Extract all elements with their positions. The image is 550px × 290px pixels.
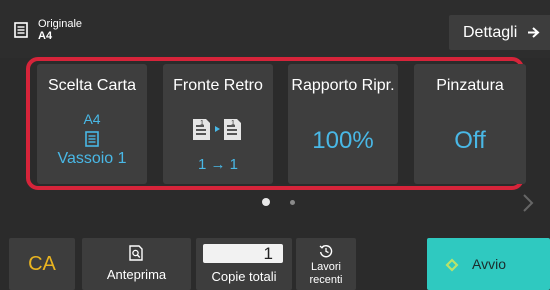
details-button[interactable]: Dettagli bbox=[449, 15, 550, 50]
copies-button[interactable]: 1 Copie totali bbox=[196, 238, 292, 290]
preview-label: Anteprima bbox=[106, 267, 167, 282]
svg-text:1: 1 bbox=[200, 120, 204, 127]
page-dot-active[interactable] bbox=[262, 198, 270, 206]
history-icon bbox=[319, 245, 333, 258]
recent-jobs-button[interactable]: Lavori recenti bbox=[296, 238, 356, 290]
svg-text:1: 1 bbox=[231, 120, 235, 127]
document-icon bbox=[14, 22, 28, 38]
tile-paper-select[interactable]: Scelta Carta A4 Vassoio 1 bbox=[37, 64, 147, 184]
staple-value: Off bbox=[454, 127, 486, 154]
details-label: Dettagli bbox=[463, 23, 518, 41]
ca-label: CA bbox=[28, 252, 56, 275]
start-diamond-icon bbox=[445, 258, 459, 272]
tile-zoom-ratio[interactable]: Rapporto Ripr. 100% bbox=[288, 64, 398, 184]
original-size: A4 bbox=[38, 30, 53, 42]
paper-size-value: A4 bbox=[83, 111, 101, 127]
tile-duplex[interactable]: Fronte Retro 1 1 1 → 1 bbox=[163, 64, 273, 184]
paper-tray-icon bbox=[85, 131, 99, 147]
recent-jobs-label: Lavori recenti bbox=[309, 261, 343, 286]
duplex-1-to-1-icon: 1 1 bbox=[193, 119, 241, 140]
preview-icon bbox=[129, 245, 143, 261]
duplex-value: 1 → 1 bbox=[197, 156, 239, 173]
arrow-right-icon bbox=[528, 27, 540, 38]
copies-label: Copie totali bbox=[211, 269, 277, 284]
page-dot[interactable] bbox=[290, 200, 295, 205]
start-label: Avvio bbox=[472, 256, 506, 272]
chevron-right-icon[interactable] bbox=[521, 192, 535, 214]
original-label: Originale bbox=[38, 18, 83, 30]
zoom-value: 100% bbox=[312, 127, 374, 154]
start-button[interactable]: Avvio bbox=[427, 238, 550, 290]
copies-count-field[interactable]: 1 bbox=[203, 244, 283, 263]
tile-title: Fronte Retro bbox=[173, 77, 263, 94]
clear-all-button[interactable]: CA bbox=[9, 238, 75, 290]
preview-button[interactable]: Anteprima bbox=[82, 238, 191, 290]
tile-title: Rapporto Ripr. bbox=[291, 77, 395, 94]
tile-title: Scelta Carta bbox=[47, 77, 137, 94]
tile-staple[interactable]: Pinzatura Off bbox=[414, 64, 526, 184]
tray-value: Vassoio 1 bbox=[57, 150, 127, 167]
tile-title: Pinzatura bbox=[436, 77, 504, 94]
